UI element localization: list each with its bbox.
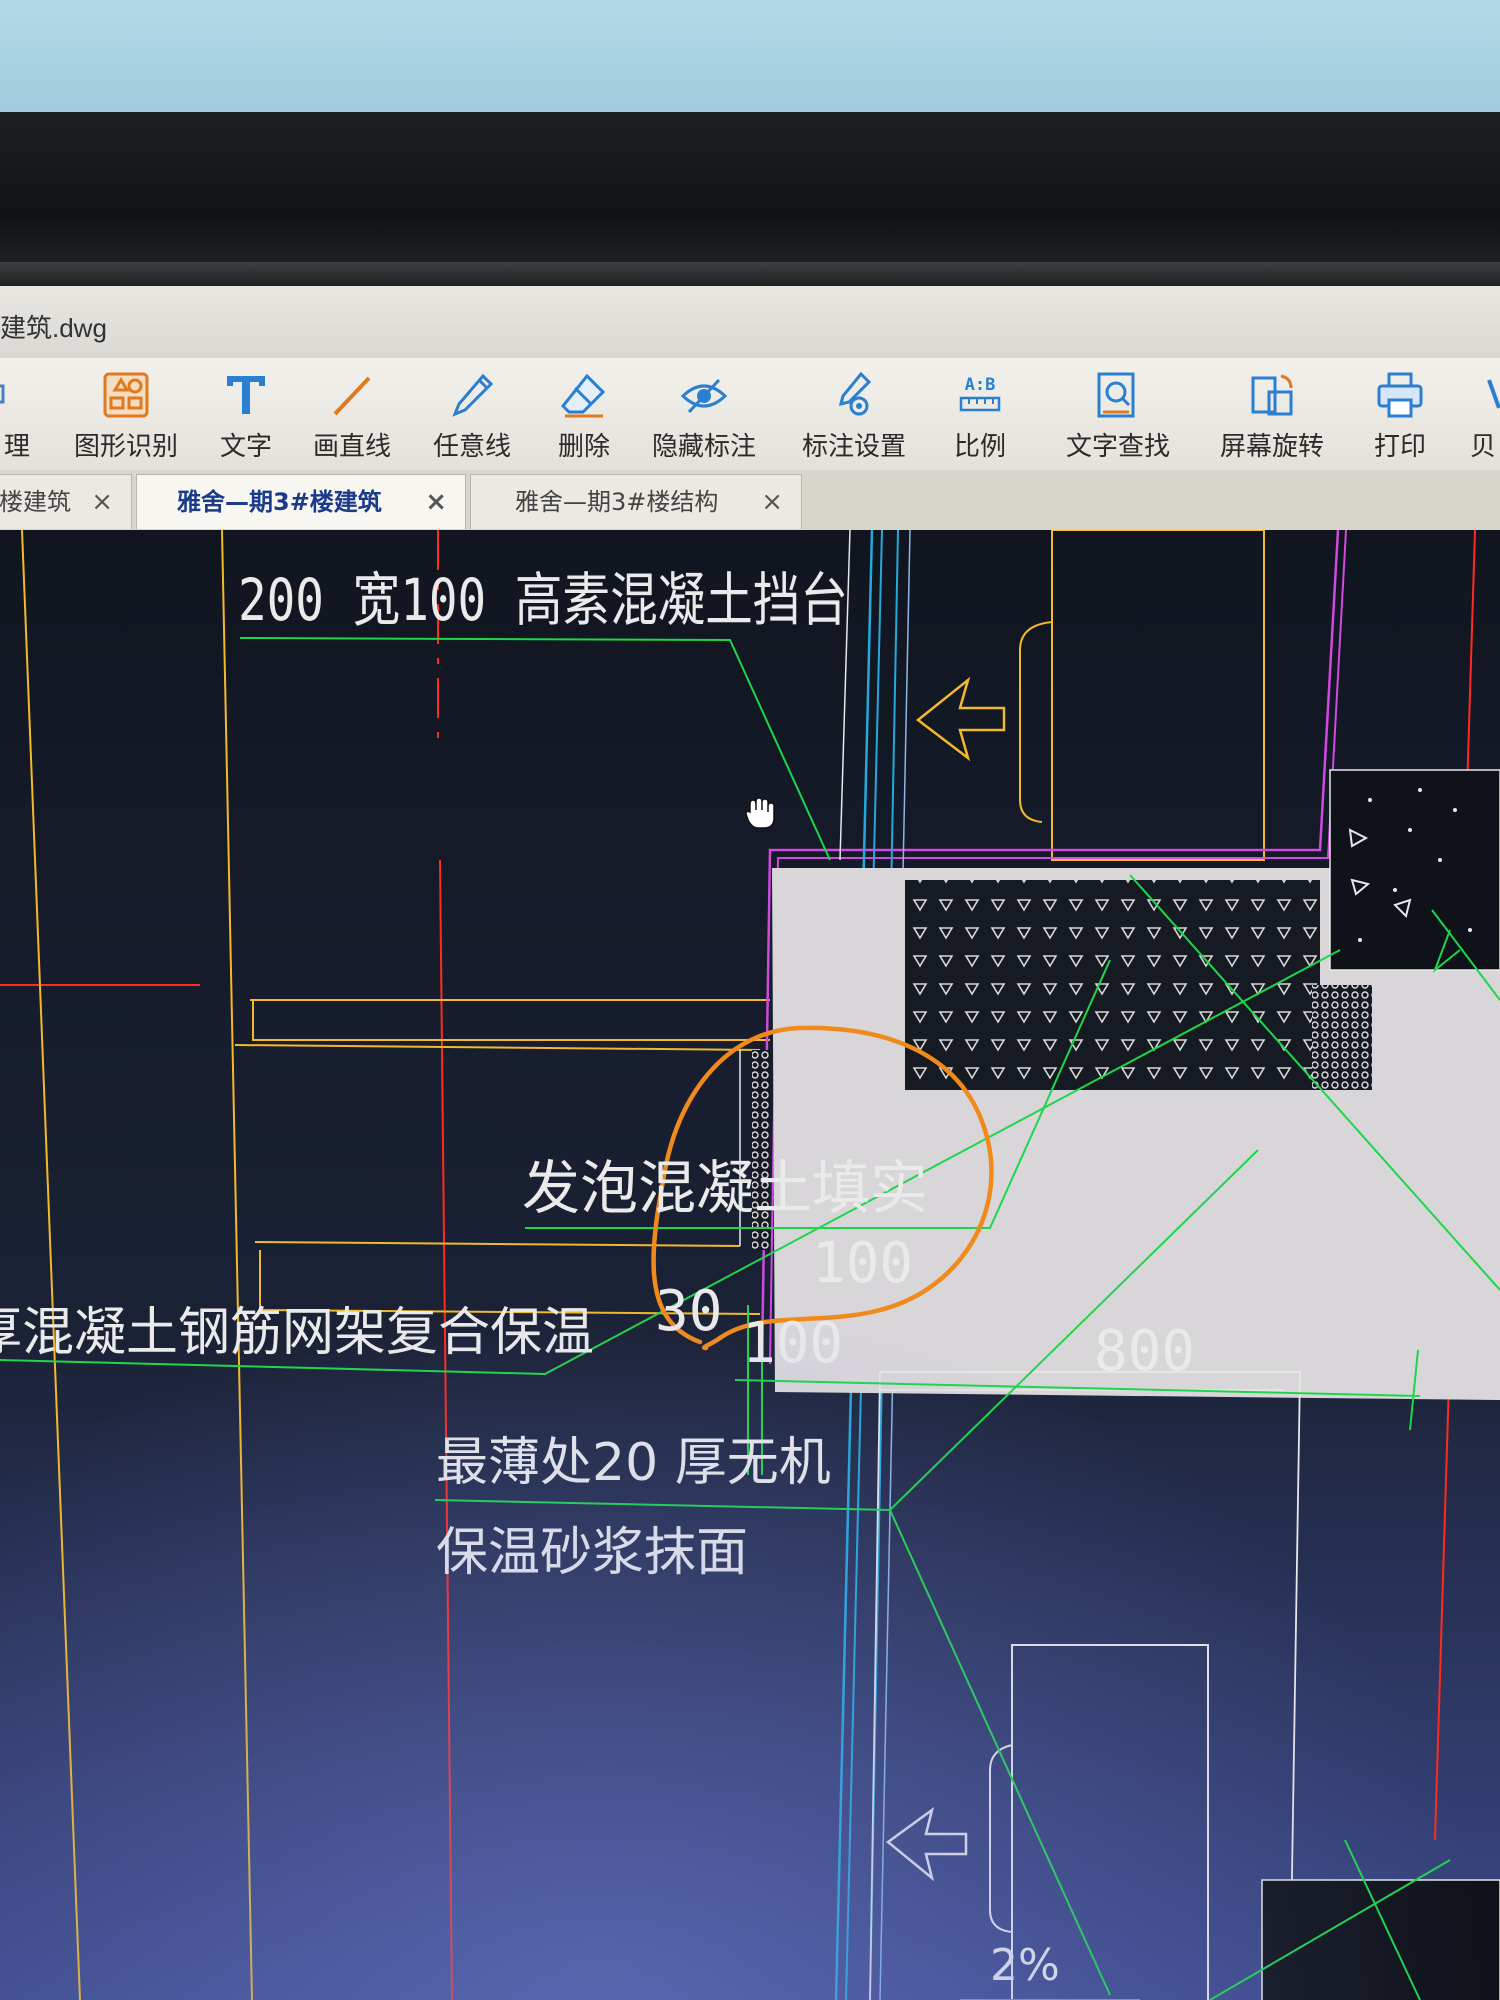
tool-text[interactable]: 文字	[186, 368, 306, 468]
text-tool-icon	[227, 376, 265, 414]
hand-cursor-icon	[745, 797, 775, 829]
tab-close-icon[interactable]: ×	[761, 475, 783, 529]
more-tool-icon	[1487, 379, 1500, 409]
tool-hide-annotations[interactable]: 隐藏标注	[644, 368, 764, 468]
tab-yashe-structure[interactable]: 雅舍—期3#楼结构 ×	[470, 474, 802, 529]
label-foam-concrete: 发泡混凝土填实	[522, 1154, 928, 1222]
dimension-30: 30	[655, 1279, 722, 1344]
tool-label-annotation-settings: 标注设置	[801, 432, 906, 462]
tool-label-screen-rotate: 屏幕旋转	[1219, 432, 1324, 462]
dimension-100-upper: 100	[812, 1231, 913, 1296]
toolbar: 理 图形识别 文字 画直线 任意线 删除 隐藏标注 标注设置 A:B 比例 文字…	[0, 358, 1500, 471]
tool-scale[interactable]: A:B 比例	[920, 368, 1040, 468]
monitor-bezel-edge	[0, 262, 1500, 288]
tool-draw-line[interactable]: 画直线	[292, 368, 412, 468]
scale-ruler-icon: A:B	[959, 375, 1001, 412]
label-insulation-composite: 厚混凝土钢筋网架复合保温	[0, 1303, 594, 1363]
tool-shape-recognition[interactable]: 图形识别	[66, 368, 186, 468]
lower-speckled-region	[1261, 1879, 1500, 2000]
annotation-settings-icon	[838, 371, 872, 416]
dimension-800: 800	[1094, 1319, 1195, 1384]
tool-text-search[interactable]: 文字查找	[1058, 368, 1178, 468]
speckled-region	[1329, 769, 1500, 971]
hide-eye-icon	[680, 378, 728, 414]
monitor-screen: 建筑.dwg 理 图形识别 文字 画直线 任意线 删除 隐藏标注 标注设置 A:…	[0, 286, 1500, 2000]
measure-icon	[0, 384, 5, 404]
tab-label: 雅舍—期3#楼建筑	[177, 488, 382, 516]
tool-label-shape-recognition: 图形识别	[73, 432, 178, 462]
tool-label-delete: 删除	[557, 432, 610, 462]
tab-label: 楼建筑	[0, 488, 71, 516]
tab-building-prev[interactable]: 楼建筑 ×	[0, 474, 132, 529]
cad-drawing-canvas[interactable]: 200 宽100 高素混凝土挡台 发泡混凝土填实 厚混凝土钢筋网架复合保温 最薄…	[0, 530, 1500, 2000]
tool-label-print: 打印	[1373, 432, 1426, 462]
printer-icon	[1377, 372, 1423, 418]
aggregate-pattern	[905, 880, 1320, 1090]
tool-print[interactable]: 打印	[1340, 368, 1460, 468]
tool-label-more: 贝	[1470, 432, 1497, 462]
draw-line-icon	[333, 376, 371, 416]
tool-label-scale: 比例	[953, 432, 1006, 462]
tool-label-hide-annotations: 隐藏标注	[651, 432, 756, 462]
tool-label-measure: 理	[3, 432, 30, 462]
label-concrete-stop: 200 宽100 高素混凝土挡台	[238, 566, 848, 634]
tab-close-icon[interactable]: ×	[425, 475, 447, 529]
freehand-pen-icon	[452, 373, 494, 417]
tool-delete[interactable]: 删除	[524, 368, 644, 468]
text-search-icon	[1097, 372, 1135, 418]
eraser-icon	[560, 373, 606, 418]
tool-measure[interactable]: 理	[0, 368, 40, 468]
tab-label: 雅舍—期3#楼结构	[515, 488, 719, 516]
tool-label-draw-line: 画直线	[312, 432, 391, 462]
wall-background	[0, 0, 1500, 130]
tool-annotation-settings[interactable]: 标注设置	[794, 368, 914, 468]
document-tab-bar: 楼建筑 × 雅舍—期3#楼建筑 × 雅舍—期3#楼结构 ×	[0, 470, 1500, 530]
shape-recognition-icon	[103, 372, 149, 418]
tool-label-text: 文字	[219, 432, 272, 462]
tab-yashe-building[interactable]: 雅舍—期3#楼建筑 ×	[136, 474, 466, 529]
tool-more[interactable]: 贝	[1456, 368, 1500, 468]
label-thin-mortar-line1: 最薄处20 厚无机	[436, 1433, 831, 1493]
tool-label-freehand: 任意线	[432, 432, 511, 462]
window-title: 建筑.dwg	[0, 313, 107, 343]
monitor-bezel	[0, 112, 1500, 287]
tab-close-icon[interactable]: ×	[91, 475, 113, 529]
tool-freehand[interactable]: 任意线	[412, 368, 532, 468]
insulation-hatch	[1312, 985, 1372, 1090]
label-thin-mortar-line2: 保温砂浆抹面	[436, 1523, 748, 1583]
dimension-100-lower: 100	[742, 1311, 843, 1376]
svg-text:A:B: A:B	[965, 375, 996, 395]
tool-label-text-search: 文字查找	[1065, 432, 1170, 462]
tool-screen-rotate[interactable]: 屏幕旋转	[1212, 368, 1332, 468]
screen-rotate-icon	[1251, 374, 1293, 416]
label-slope: 2%	[990, 1940, 1060, 1991]
title-bar: 建筑.dwg	[0, 286, 1500, 358]
